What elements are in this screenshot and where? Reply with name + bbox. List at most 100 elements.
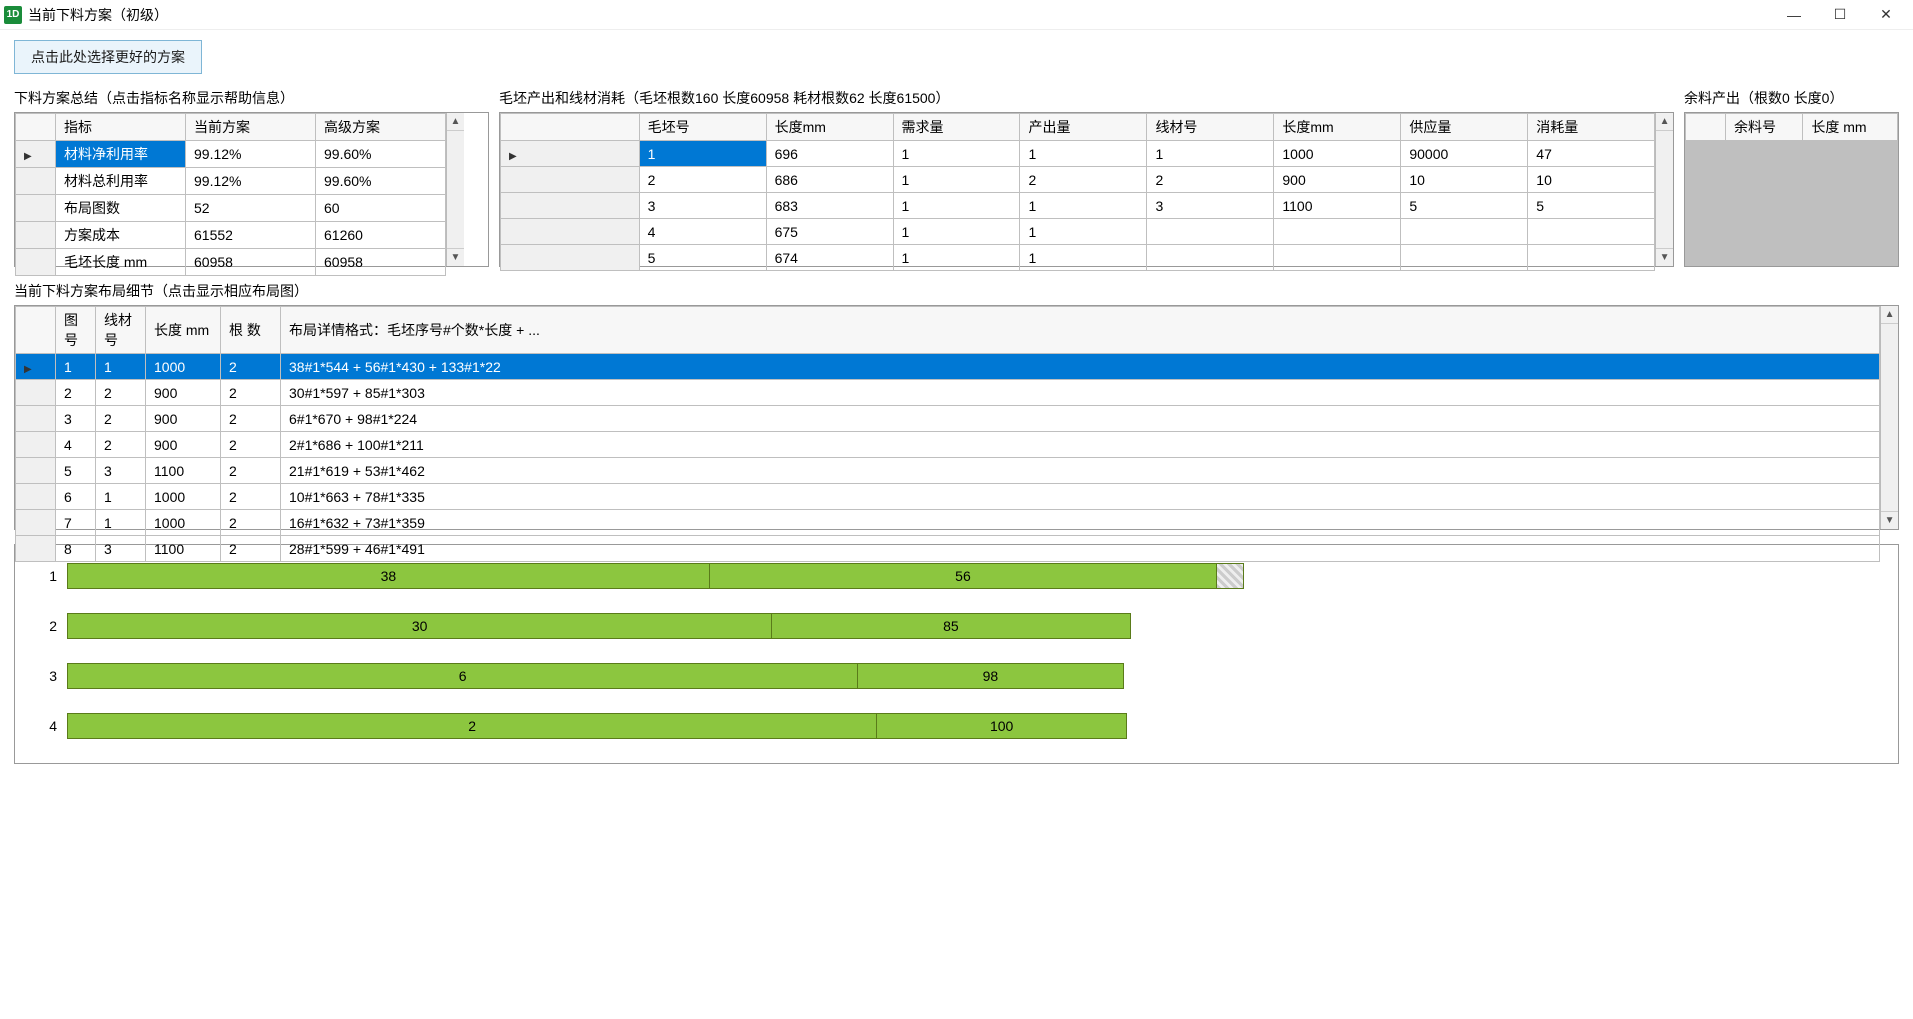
advanced-value[interactable]: 60958 [316, 249, 446, 276]
output-cell[interactable] [1147, 219, 1274, 245]
metric-name[interactable]: 毛坯长度 mm [56, 249, 186, 276]
output-cell[interactable]: 47 [1528, 141, 1655, 167]
output-col[interactable]: 长度mm [1274, 114, 1401, 141]
layout-mat[interactable]: 2 [96, 406, 146, 432]
output-cell[interactable] [1274, 245, 1401, 271]
layout-detail[interactable]: 6#1*670 + 98#1*224 [281, 406, 1880, 432]
output-cell[interactable]: 674 [766, 245, 893, 271]
minimize-button[interactable]: — [1771, 0, 1817, 30]
layout-col[interactable]: 图号 [56, 307, 96, 354]
scroll-up-icon[interactable]: ▲ [1656, 113, 1673, 131]
remnant-col[interactable]: 长度 mm [1803, 114, 1898, 141]
close-button[interactable]: ✕ [1863, 0, 1909, 30]
layout-len[interactable]: 900 [146, 380, 221, 406]
row-header[interactable] [501, 193, 640, 219]
layout-qty[interactable]: 2 [221, 510, 281, 536]
row-header[interactable] [16, 141, 56, 168]
advanced-value[interactable]: 60 [316, 195, 446, 222]
output-cell[interactable] [1528, 245, 1655, 271]
output-cell[interactable]: 5 [1401, 193, 1528, 219]
layout-mat[interactable]: 2 [96, 380, 146, 406]
layout-idx[interactable]: 1 [56, 354, 96, 380]
layout-qty[interactable]: 2 [221, 484, 281, 510]
output-cell[interactable]: 1 [893, 193, 1020, 219]
metric-name[interactable]: 材料总利用率 [56, 168, 186, 195]
output-cell[interactable]: 5 [639, 245, 766, 271]
output-cell[interactable]: 1 [893, 141, 1020, 167]
output-cell[interactable]: 1 [893, 219, 1020, 245]
output-scrollbar[interactable]: ▲ ▼ [1655, 113, 1673, 266]
layout-idx[interactable]: 4 [56, 432, 96, 458]
output-cell[interactable]: 10 [1528, 167, 1655, 193]
row-header[interactable] [501, 141, 640, 167]
layout-qty[interactable]: 2 [221, 354, 281, 380]
output-cell[interactable]: 3 [639, 193, 766, 219]
output-col[interactable]: 产出量 [1020, 114, 1147, 141]
output-col[interactable]: 供应量 [1401, 114, 1528, 141]
output-cell[interactable]: 900 [1274, 167, 1401, 193]
output-cell[interactable]: 4 [639, 219, 766, 245]
layout-mat[interactable]: 1 [96, 354, 146, 380]
layout-detail[interactable]: 21#1*619 + 53#1*462 [281, 458, 1880, 484]
layout-table[interactable]: 图号线材号长度 mm根 数布局详情格式：毛坯序号#个数*长度 + ... 111… [15, 306, 1880, 562]
layout-len[interactable]: 900 [146, 406, 221, 432]
output-cell[interactable] [1401, 245, 1528, 271]
maximize-button[interactable]: ☐ [1817, 0, 1863, 30]
layout-len[interactable]: 1000 [146, 354, 221, 380]
layout-detail[interactable]: 2#1*686 + 100#1*211 [281, 432, 1880, 458]
output-cell[interactable]: 5 [1528, 193, 1655, 219]
layout-idx[interactable]: 2 [56, 380, 96, 406]
layout-qty[interactable]: 2 [221, 536, 281, 562]
layout-len[interactable]: 1100 [146, 458, 221, 484]
current-value[interactable]: 61552 [186, 222, 316, 249]
output-cell[interactable] [1147, 245, 1274, 271]
current-value[interactable]: 99.12% [186, 141, 316, 168]
row-header[interactable] [16, 168, 56, 195]
output-table[interactable]: 毛坯号长度mm需求量产出量线材号长度mm供应量消耗量 1696111100090… [500, 113, 1655, 271]
layout-detail[interactable]: 38#1*544 + 56#1*430 + 133#1*22 [281, 354, 1880, 380]
layout-qty[interactable]: 2 [221, 458, 281, 484]
output-cell[interactable]: 2 [1147, 167, 1274, 193]
layout-len[interactable]: 1000 [146, 510, 221, 536]
choose-better-plan-button[interactable]: 点击此处选择更好的方案 [14, 40, 202, 74]
layout-idx[interactable]: 3 [56, 406, 96, 432]
advanced-value[interactable]: 99.60% [316, 141, 446, 168]
current-value[interactable]: 60958 [186, 249, 316, 276]
layout-idx[interactable]: 8 [56, 536, 96, 562]
layout-idx[interactable]: 5 [56, 458, 96, 484]
layout-mat[interactable]: 2 [96, 432, 146, 458]
output-cell[interactable]: 1100 [1274, 193, 1401, 219]
output-cell[interactable]: 1 [893, 245, 1020, 271]
row-header[interactable] [16, 406, 56, 432]
output-cell[interactable]: 90000 [1401, 141, 1528, 167]
advanced-value[interactable]: 61260 [316, 222, 446, 249]
output-cell[interactable] [1274, 219, 1401, 245]
output-cell[interactable]: 1 [1020, 245, 1147, 271]
layout-detail[interactable]: 16#1*632 + 73#1*359 [281, 510, 1880, 536]
output-cell[interactable] [1528, 219, 1655, 245]
layout-len[interactable]: 1000 [146, 484, 221, 510]
output-cell[interactable]: 3 [1147, 193, 1274, 219]
output-col[interactable]: 消耗量 [1528, 114, 1655, 141]
output-col[interactable]: 线材号 [1147, 114, 1274, 141]
output-cell[interactable] [1401, 219, 1528, 245]
layout-len[interactable]: 1100 [146, 536, 221, 562]
output-cell[interactable]: 686 [766, 167, 893, 193]
summary-table[interactable]: 指标当前方案高级方案 材料净利用率99.12%99.60%材料总利用率99.12… [15, 113, 446, 276]
row-header[interactable] [16, 195, 56, 222]
row-header[interactable] [501, 219, 640, 245]
output-col[interactable]: 长度mm [766, 114, 893, 141]
summary-col[interactable]: 指标 [56, 114, 186, 141]
remnant-table[interactable]: 余料号长度 mm [1685, 113, 1898, 141]
output-col[interactable]: 需求量 [893, 114, 1020, 141]
layout-scrollbar[interactable]: ▲ ▼ [1880, 306, 1898, 529]
row-header[interactable] [501, 167, 640, 193]
output-cell[interactable]: 1 [1020, 141, 1147, 167]
output-cell[interactable]: 2 [1020, 167, 1147, 193]
output-cell[interactable]: 2 [639, 167, 766, 193]
layout-idx[interactable]: 6 [56, 484, 96, 510]
row-header[interactable] [16, 484, 56, 510]
layout-mat[interactable]: 3 [96, 536, 146, 562]
layout-qty[interactable]: 2 [221, 406, 281, 432]
row-header[interactable] [16, 354, 56, 380]
